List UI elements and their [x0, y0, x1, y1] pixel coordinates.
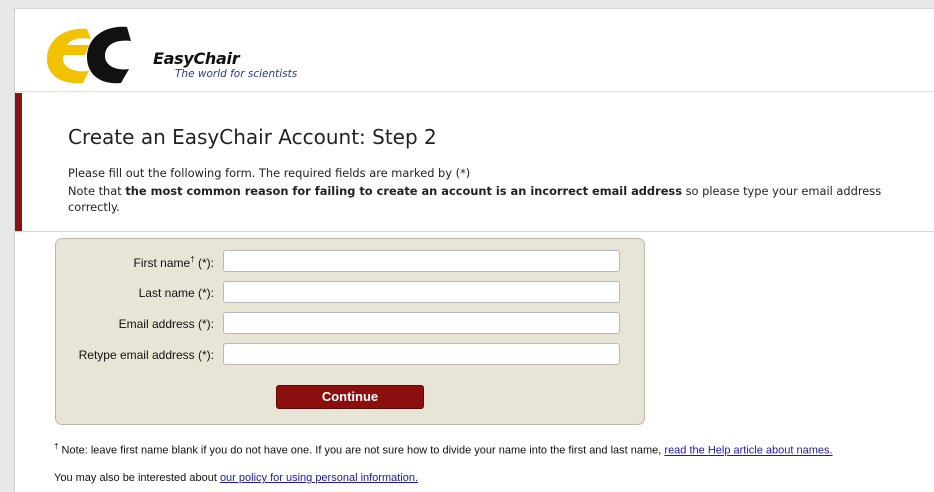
first-name-footnote: † Note: leave first name blank if you do…: [54, 440, 854, 458]
easychair-logo-icon: [47, 26, 131, 84]
easychair-logo[interactable]: EasyChair The world for scientists: [43, 23, 303, 87]
first-name-input[interactable]: [223, 250, 620, 272]
footnote-text: Note: leave first name blank if you do n…: [58, 444, 665, 457]
first-name-label-text: First name: [133, 256, 191, 270]
page-title: Create an EasyChair Account: Step 2: [68, 125, 437, 149]
retype-email-input[interactable]: [223, 343, 620, 365]
logo-tagline: The world for scientists: [175, 68, 298, 80]
privacy-policy-link[interactable]: our policy for using personal informatio…: [220, 472, 418, 484]
instruction-email-prefix: Note that: [68, 184, 126, 198]
header-divider: [15, 91, 934, 92]
continue-button[interactable]: Continue: [276, 385, 424, 409]
retype-email-label: Retype email address (*):: [78, 348, 214, 362]
logo-name: EasyChair: [153, 49, 240, 68]
form-row-first-name: First name† (*):: [56, 250, 644, 274]
instruction-email-note: Note that the most common reason for fai…: [68, 183, 881, 199]
last-name-input[interactable]: [223, 281, 620, 303]
instruction-email-suffix: so please type your email address: [681, 184, 882, 198]
policy-text: You may also be interested about: [54, 472, 220, 484]
help-names-link[interactable]: read the Help article about names.: [664, 445, 832, 457]
first-name-required: (*):: [194, 256, 214, 270]
form-row-email: Email address (*):: [56, 312, 644, 336]
instruction-email-bold: the most common reason for failing to cr…: [125, 184, 682, 198]
first-name-label: First name† (*):: [134, 255, 214, 270]
last-name-label: Last name (*):: [138, 286, 214, 300]
title-accent-bar: [15, 93, 22, 231]
title-section: Create an EasyChair Account: Step 2 Plea…: [15, 93, 934, 232]
account-form: First name† (*): Last name (*): Email ad…: [55, 238, 645, 425]
email-label: Email address (*):: [118, 317, 214, 331]
email-input[interactable]: [223, 312, 620, 334]
page: EasyChair The world for scientists Creat…: [14, 8, 934, 492]
instruction-required-fields: Please fill out the following form. The …: [68, 166, 471, 180]
form-row-retype-email: Retype email address (*):: [56, 343, 644, 367]
policy-footnote: You may also be interested about our pol…: [54, 472, 418, 485]
instruction-email-cont: correctly.: [68, 200, 120, 214]
form-row-last-name: Last name (*):: [56, 281, 644, 305]
